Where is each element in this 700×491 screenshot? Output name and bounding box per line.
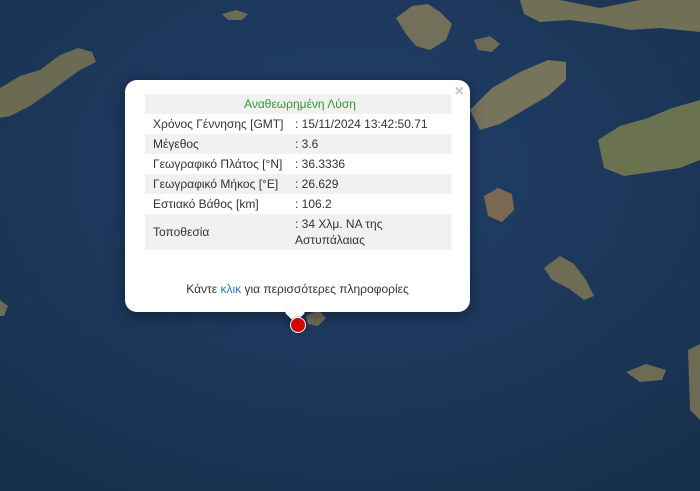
info-row-latitude: Γεωγραφικό Πλάτος [°N] : 36.3336: [145, 154, 451, 174]
depth-label: Εστιακό Βάθος [km]: [153, 197, 259, 211]
popup-header-row: Αναθεωρημένη Λύση: [145, 94, 451, 114]
location-value: : 34 Χλμ. ΝΑ της Αστυπάλαιας: [295, 214, 451, 250]
info-row-depth: Εστιακό Βάθος [km] : 106.2: [145, 194, 451, 214]
depth-value: : 106.2: [295, 197, 332, 211]
info-row-location: Τοποθεσία : 34 Χλμ. ΝΑ της Αστυπάλαιας: [145, 214, 451, 250]
info-row-longitude: Γεωγραφικό Μήκος [°E] : 26.629: [145, 174, 451, 194]
latitude-label: Γεωγραφικό Πλάτος [°N]: [153, 157, 283, 171]
location-label: Τοποθεσία: [145, 214, 295, 250]
magnitude-label: Μέγεθος: [145, 134, 295, 154]
earthquake-info-popup: × Αναθεωρημένη Λύση Χρόνος Γέννησης [GMT…: [125, 80, 470, 312]
longitude-label: Γεωγραφικό Μήκος [°E]: [145, 174, 295, 194]
info-row-origin-time: Χρόνος Γέννησης [GMT] : 15/11/2024 13:42…: [145, 114, 451, 134]
info-row-magnitude: Μέγεθος : 3.6: [145, 134, 451, 154]
origin-time-value: : 15/11/2024 13:42:50.71: [295, 117, 428, 131]
more-info-link[interactable]: κλικ: [220, 282, 241, 296]
earthquake-info-table: Αναθεωρημένη Λύση Χρόνος Γέννησης [GMT] …: [145, 94, 451, 250]
longitude-value: : 26.629: [295, 174, 451, 194]
popup-header: Αναθεωρημένη Λύση: [145, 94, 451, 114]
earthquake-marker[interactable]: [290, 317, 306, 333]
more-info-line: Κάντε κλικ για περισσότερες πληροφορίες: [125, 282, 470, 296]
origin-time-label: Χρόνος Γέννησης [GMT]: [153, 117, 284, 131]
close-popup-button[interactable]: ×: [455, 83, 464, 101]
magnitude-value: : 3.6: [295, 134, 451, 154]
more-info-suffix: για περισσότερες πληροφορίες: [244, 282, 409, 296]
more-info-prefix: Κάντε: [186, 282, 218, 296]
latitude-value: : 36.3336: [295, 157, 346, 171]
